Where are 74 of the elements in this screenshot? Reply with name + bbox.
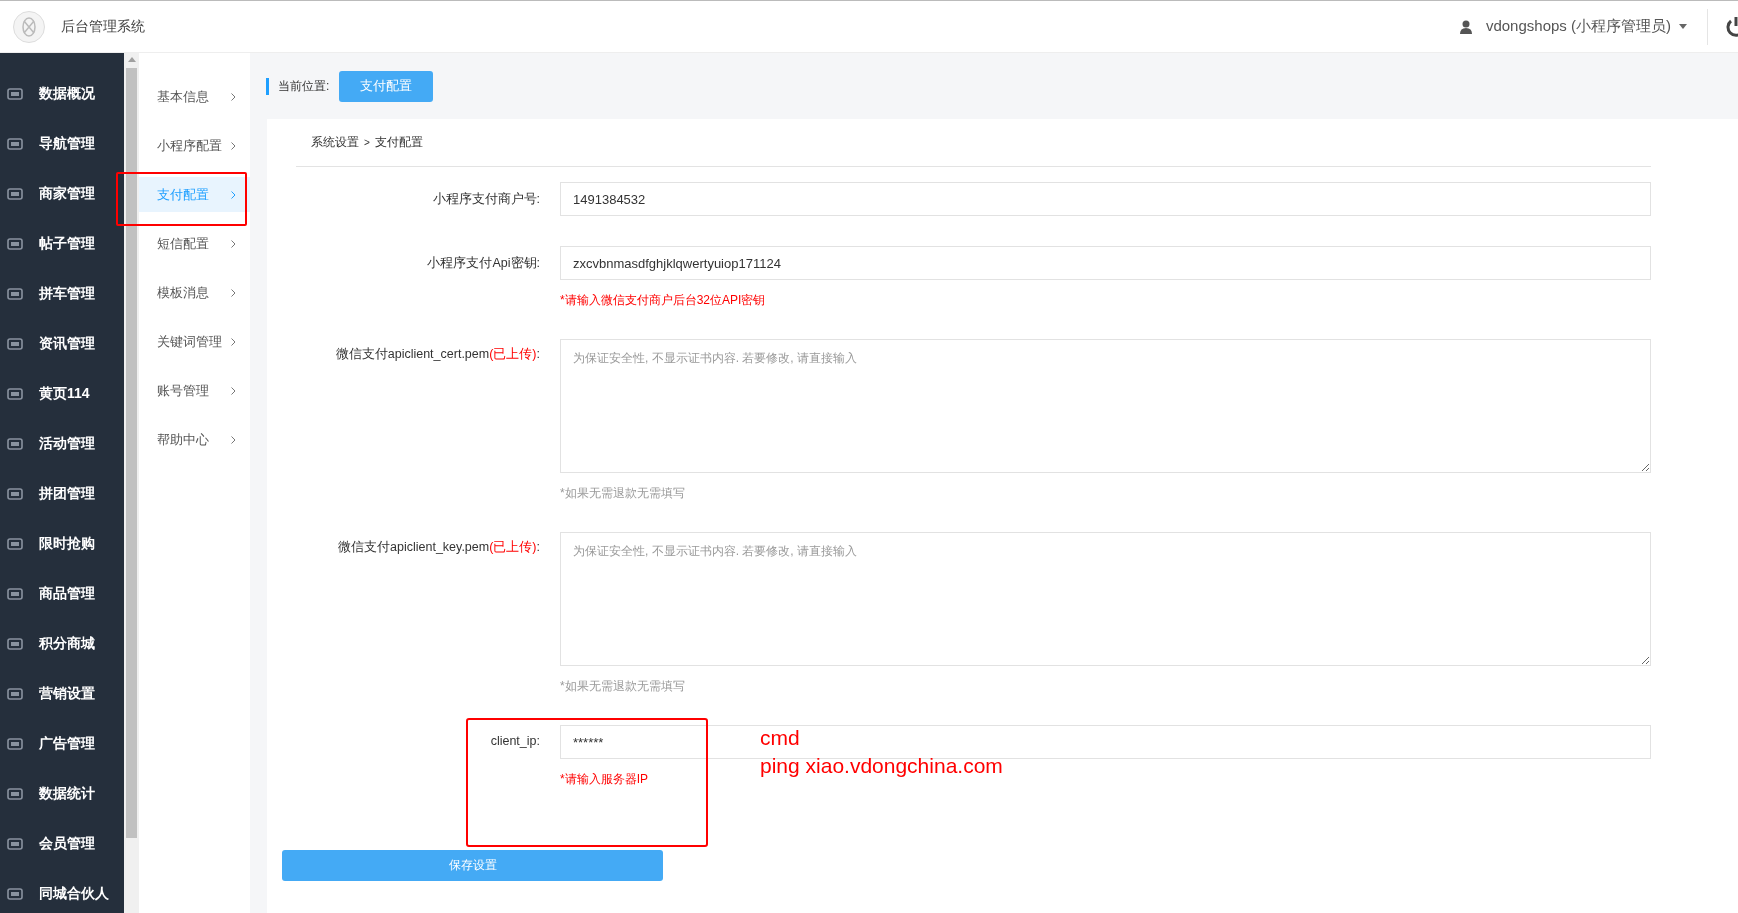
field-hint: *如果无需退款无需填写 xyxy=(560,678,686,695)
location-label: 当前位置: xyxy=(278,77,330,95)
menu-icon xyxy=(7,587,23,601)
sidebar-item[interactable]: 营销设置 xyxy=(0,669,124,719)
menu-icon xyxy=(7,487,23,501)
field-label: 微信支付apiclient_key.pem(已上传): xyxy=(338,539,540,556)
submenu-item[interactable]: 基本信息 xyxy=(139,79,250,114)
submenu-item[interactable]: 关键词管理 xyxy=(139,324,250,359)
text-area[interactable]: 为保证安全性, 不显示证书内容. 若要修改, 请直接输入 xyxy=(560,532,1651,666)
user-icon xyxy=(1459,19,1472,34)
sidebar-item[interactable]: 资讯管理 xyxy=(0,319,124,369)
menu-icon xyxy=(7,537,23,551)
chevron-icon xyxy=(231,288,236,297)
chevron-icon xyxy=(231,435,236,444)
chevron-icon xyxy=(231,141,236,150)
field-label: 小程序支付商户号: xyxy=(432,191,540,208)
field-label: client_ip: xyxy=(490,734,540,748)
menu-icon xyxy=(7,87,23,101)
accent-bar xyxy=(266,77,269,95)
app-title: 后台管理系统 xyxy=(61,17,145,36)
sidebar-item[interactable]: 限时抢购 xyxy=(0,519,124,569)
sidebar-item[interactable]: 会员管理 xyxy=(0,819,124,869)
sidebar-item[interactable]: 广告管理 xyxy=(0,719,124,769)
breadcrumb-separator: > xyxy=(364,137,370,148)
field-hint: *请输入微信支付商户后台32位API密钥 xyxy=(560,292,767,309)
scrollbar[interactable] xyxy=(124,53,139,913)
sidebar-item[interactable]: 活动管理 xyxy=(0,419,124,469)
menu-icon xyxy=(7,687,23,701)
breadcrumb-link[interactable]: 系统设置 xyxy=(311,134,359,151)
submenu-item[interactable]: 小程序配置 xyxy=(139,128,250,163)
text-field[interactable]: zxcvbnmasdfghjklqwertyuiop171124 xyxy=(560,246,1651,280)
sidebar-item[interactable]: 帖子管理 xyxy=(0,219,124,269)
sidebar-item[interactable]: 积分商城 xyxy=(0,619,124,669)
field-label: 小程序支付Api密钥: xyxy=(427,255,540,272)
logo-icon xyxy=(13,10,45,43)
submenu-item[interactable]: 账号管理 xyxy=(139,373,250,408)
submenu-item[interactable]: 帮助中心 xyxy=(139,422,250,457)
annotation-text: cmd xyxy=(760,725,801,751)
menu-icon xyxy=(7,237,23,251)
field-hint: *如果无需退款无需填写 xyxy=(560,485,686,502)
submenu-item[interactable]: 短信配置 xyxy=(139,226,250,261)
sidebar-item[interactable]: 商家管理 xyxy=(0,169,124,219)
menu-icon xyxy=(7,137,23,151)
sidebar-item[interactable]: 数据统计 xyxy=(0,769,124,819)
chevron-icon xyxy=(231,386,236,395)
menu-icon xyxy=(7,187,23,201)
sidebar-item[interactable]: 商品管理 xyxy=(0,569,124,619)
sidebar-item[interactable]: 数据概况 xyxy=(0,69,124,119)
chevron-icon xyxy=(231,337,236,346)
menu-icon xyxy=(7,837,23,851)
menu-icon xyxy=(7,287,23,301)
menu-icon xyxy=(7,437,23,451)
field-hint: *请输入服务器IP xyxy=(560,771,649,788)
menu-icon xyxy=(7,637,23,651)
text-field[interactable]: 1491384532 xyxy=(560,182,1651,216)
caret-icon[interactable] xyxy=(1679,24,1687,29)
sidebar-item[interactable]: 同城合伙人 xyxy=(0,869,124,913)
menu-icon xyxy=(7,787,23,801)
submenu-item[interactable]: 模板消息 xyxy=(139,275,250,310)
text-area[interactable]: 为保证安全性, 不显示证书内容. 若要修改, 请直接输入 xyxy=(560,339,1651,473)
chevron-icon xyxy=(231,190,236,199)
sidebar-item[interactable]: 导航管理 xyxy=(0,119,124,169)
menu-icon xyxy=(7,737,23,751)
user-menu[interactable]: vdongshops (小程序管理员) xyxy=(1485,17,1671,36)
chevron-icon xyxy=(231,239,236,248)
field-label: 微信支付apiclient_cert.pem(已上传): xyxy=(335,346,540,363)
menu-icon xyxy=(7,387,23,401)
sidebar-item[interactable]: 黄页114 xyxy=(0,369,124,419)
sidebar-item[interactable]: 拼车管理 xyxy=(0,269,124,319)
menu-icon xyxy=(7,337,23,351)
sidebar-item[interactable]: 拼团管理 xyxy=(0,469,124,519)
menu-icon xyxy=(7,887,23,901)
chevron-icon xyxy=(231,92,236,101)
breadcrumb-current: 支付配置 xyxy=(374,134,423,151)
